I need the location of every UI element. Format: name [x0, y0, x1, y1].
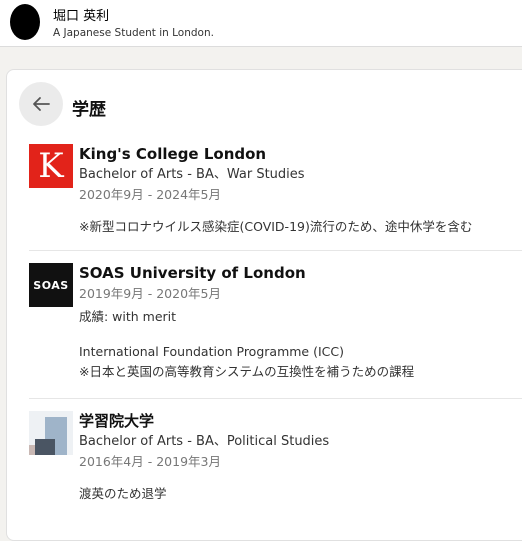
dates: 2016年4月 - 2019年3月 — [79, 454, 221, 469]
back-button[interactable] — [19, 82, 63, 126]
education-item-soas: SOAS SOAS University of London 2019年9月 -… — [29, 263, 522, 393]
school-name[interactable]: 学習院大学 — [79, 411, 522, 431]
education-item-gakushuin: 学習院大学 Bachelor of Arts - BA、Political St… — [29, 411, 522, 511]
dates: 2019年9月 - 2020年5月 — [79, 286, 221, 301]
kcl-logo[interactable]: K — [29, 144, 73, 188]
gakushuin-logo[interactable] — [29, 411, 73, 455]
description: 渡英のため退学 — [79, 486, 167, 501]
section-title: 学歴 — [72, 100, 106, 120]
degree: Bachelor of Arts - BA、War Studies — [79, 167, 305, 182]
school-name[interactable]: King's College London — [79, 144, 522, 164]
profile-headline: A Japanese Student in London. — [53, 27, 214, 39]
kcl-logo-letter: K — [38, 146, 64, 186]
dates: 2020年9月 - 2024年5月 — [79, 187, 221, 202]
degree: Bachelor of Arts - BA、Political Studies — [79, 434, 330, 449]
arrow-left-icon — [33, 97, 50, 111]
divider — [29, 250, 522, 251]
education-item-kcl: K King's College London Bachelor of Arts… — [29, 144, 522, 244]
program-note: ※日本と英国の高等教育システムの互換性を補うための課程 — [79, 364, 415, 379]
soas-logo-text: SOAS — [33, 278, 69, 292]
education-card: 学歴 K King's College London Bachelor of A… — [6, 69, 522, 541]
profile-header: 堀口 英利 A Japanese Student in London. — [0, 0, 522, 47]
divider — [29, 398, 522, 399]
program-name: International Foundation Programme (ICC) — [79, 344, 344, 359]
avatar[interactable] — [10, 4, 40, 40]
profile-name[interactable]: 堀口 英利 — [53, 5, 109, 24]
school-name[interactable]: SOAS University of London — [79, 263, 522, 283]
description: ※新型コロナウイルス感染症(COVID-19)流行のため、途中休学を含む — [79, 219, 473, 234]
soas-logo[interactable]: SOAS — [29, 263, 73, 307]
grade: 成績: with merit — [79, 309, 177, 324]
